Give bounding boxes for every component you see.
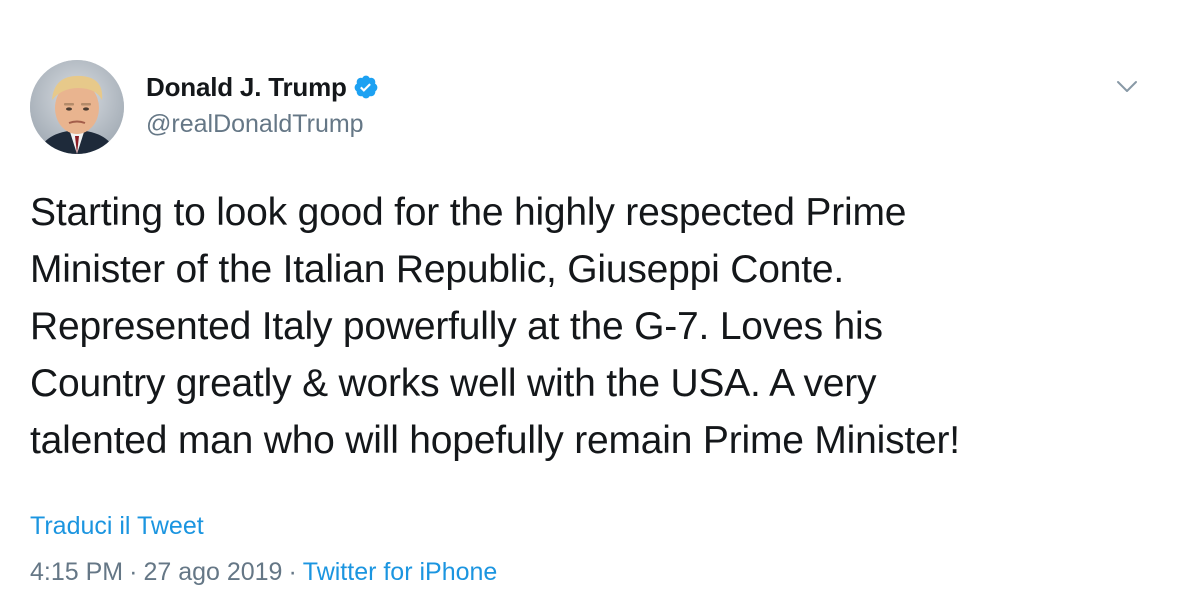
tweet-text-line: talented man who will hopefully remain P… (30, 419, 960, 462)
tweet-date[interactable]: 27 ago 2019 (143, 558, 282, 586)
profile-photo-icon (30, 60, 124, 154)
author-name-row: Donald J. Trump (146, 70, 379, 104)
tweet-text-line: Country greatly & works well with the US… (30, 362, 877, 405)
author-handle[interactable]: @realDonaldTrump (146, 110, 379, 139)
tweet-source-link[interactable]: Twitter for iPhone (303, 558, 498, 586)
verified-badge-icon (353, 74, 379, 100)
meta-separator: · (288, 558, 297, 586)
author-block: Donald J. Trump @realDonaldTrump (146, 70, 379, 139)
tweet-text-line: Represented Italy powerfully at the G-7.… (30, 305, 883, 348)
tweet-card: Donald J. Trump @realDonaldTrump Startin… (0, 0, 1188, 608)
author-avatar[interactable] (30, 60, 124, 154)
chevron-down-icon (1117, 81, 1137, 92)
tweet-text: Starting to look good for the highly res… (30, 184, 1160, 469)
tweet-text-line: Starting to look good for the highly res… (30, 191, 907, 234)
author-display-name[interactable]: Donald J. Trump (146, 72, 347, 103)
tweet-menu-button[interactable] (1110, 70, 1144, 104)
meta-separator: · (129, 558, 138, 586)
translate-tweet-link[interactable]: Traduci il Tweet (30, 512, 204, 541)
tweet-metadata: 4:15 PM · 27 ago 2019 · Twitter for iPhone (30, 558, 497, 587)
tweet-text-line: Minister of the Italian Republic, Giusep… (30, 248, 844, 291)
tweet-time[interactable]: 4:15 PM (30, 558, 123, 586)
